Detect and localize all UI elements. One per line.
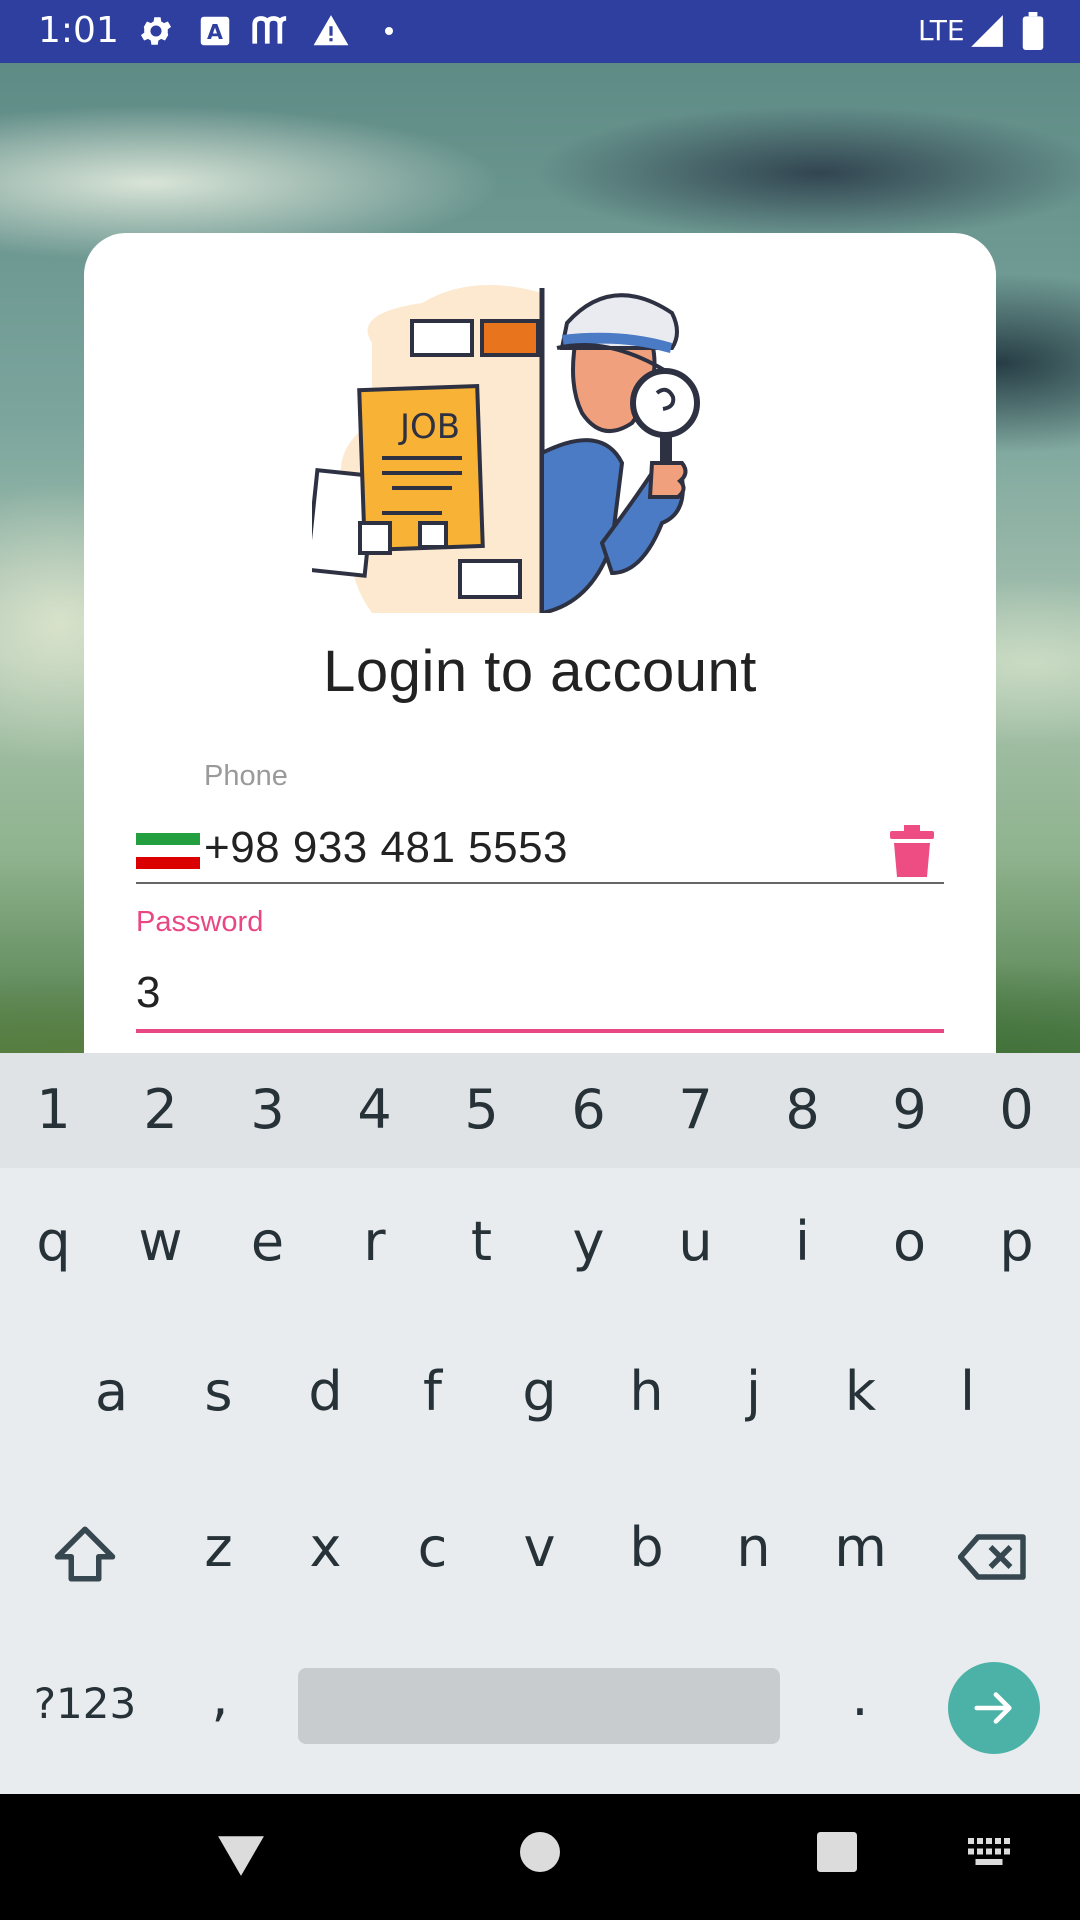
recents-icon[interactable] (817, 1832, 857, 1872)
signal-icon (971, 15, 1003, 47)
back-icon[interactable] (216, 1832, 266, 1878)
key-m[interactable]: m (807, 1516, 914, 1579)
key-9[interactable]: 9 (856, 1078, 963, 1141)
phone-underline (136, 882, 944, 884)
key-v[interactable]: v (486, 1516, 593, 1579)
key-t[interactable]: t (428, 1210, 535, 1273)
space-key[interactable] (298, 1668, 780, 1744)
key-2[interactable]: 2 (107, 1078, 214, 1141)
job-search-illustration: JOB (312, 285, 700, 613)
key-s[interactable]: s (165, 1360, 272, 1423)
shift-key-icon[interactable] (52, 1523, 118, 1585)
battery-icon (1022, 12, 1044, 50)
key-p[interactable]: p (963, 1210, 1070, 1273)
status-bar: 1:01 A LTE (0, 0, 1080, 63)
phone-label: Phone (204, 760, 288, 792)
key-o[interactable]: o (856, 1210, 963, 1273)
network-type: LTE (918, 14, 965, 47)
svg-text:A: A (207, 20, 223, 44)
key-k[interactable]: k (807, 1360, 914, 1423)
key-5[interactable]: 5 (428, 1078, 535, 1141)
key-r[interactable]: r (321, 1210, 428, 1273)
navigation-bar (0, 1794, 1080, 1920)
phone-field[interactable]: +98 933 481 5553 (136, 813, 944, 883)
key-x[interactable]: x (272, 1516, 379, 1579)
keyboard-switch-icon[interactable] (968, 1838, 1010, 1868)
key-b[interactable]: b (593, 1516, 700, 1579)
key-j[interactable]: j (700, 1360, 807, 1423)
m-icon (252, 16, 287, 44)
login-card: JOB Login to account Phone +98 933 481 5… (84, 233, 996, 1133)
status-time: 1:01 (38, 10, 119, 51)
period-key[interactable]: . (825, 1665, 895, 1728)
key-8[interactable]: 8 (749, 1078, 856, 1141)
gear-icon (140, 17, 172, 45)
key-z[interactable]: z (165, 1516, 272, 1579)
key-c[interactable]: c (379, 1516, 486, 1579)
key-h[interactable]: h (593, 1360, 700, 1423)
backspace-key-icon[interactable] (958, 1531, 1028, 1583)
key-d[interactable]: d (272, 1360, 379, 1423)
key-w[interactable]: w (107, 1210, 214, 1273)
page-title: Login to account (323, 639, 757, 704)
trash-icon[interactable] (890, 825, 934, 877)
key-4[interactable]: 4 (321, 1078, 428, 1141)
key-1[interactable]: 1 (0, 1078, 107, 1141)
key-q[interactable]: q (0, 1210, 107, 1273)
home-icon[interactable] (520, 1832, 560, 1872)
iran-flag-icon[interactable] (136, 833, 200, 869)
key-0[interactable]: 0 (963, 1078, 1070, 1141)
job-paper-text: JOB (398, 407, 460, 447)
a-icon: A (200, 16, 230, 46)
password-input[interactable]: 3 (136, 968, 160, 1018)
key-u[interactable]: u (642, 1210, 749, 1273)
warning-icon (313, 15, 349, 46)
key-i[interactable]: i (749, 1210, 856, 1273)
key-a[interactable]: a (58, 1360, 165, 1423)
key-l[interactable]: l (914, 1360, 1021, 1423)
enter-key[interactable] (948, 1662, 1040, 1754)
key-3[interactable]: 3 (214, 1078, 321, 1141)
soft-keyboard: 1234567890 qwertyuiop asdfghjkl zxcvbnm ?12… (0, 1053, 1080, 1794)
key-6[interactable]: 6 (535, 1078, 642, 1141)
key-g[interactable]: g (486, 1360, 593, 1423)
key-f[interactable]: f (379, 1360, 486, 1423)
phone-input[interactable]: +98 933 481 5553 (204, 823, 568, 873)
key-7[interactable]: 7 (642, 1078, 749, 1141)
key-y[interactable]: y (535, 1210, 642, 1273)
comma-key[interactable]: , (185, 1665, 255, 1728)
key-e[interactable]: e (214, 1210, 321, 1273)
symbols-key[interactable]: ?123 (20, 1679, 150, 1728)
key-n[interactable]: n (700, 1516, 807, 1579)
arrow-right-icon (974, 1692, 1012, 1724)
dot-icon (385, 27, 393, 35)
password-underline (136, 1029, 944, 1033)
password-label: Password (136, 906, 264, 938)
